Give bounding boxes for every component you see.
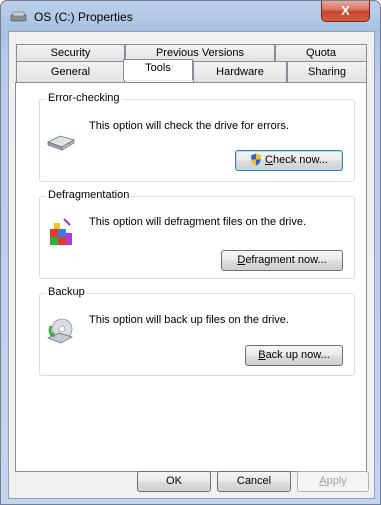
- button-label: OK: [166, 475, 182, 487]
- defragment-now-button[interactable]: Defragment now...: [221, 250, 343, 271]
- button-label: efragment now...: [245, 254, 327, 266]
- error-checking-group: Error-checking This option will check th…: [39, 92, 355, 182]
- shield-icon: [250, 153, 262, 173]
- backup-icon: [46, 316, 76, 349]
- button-label: pply: [326, 475, 347, 487]
- button-mnemonic: A: [319, 475, 327, 487]
- button-label: heck now...: [272, 154, 328, 166]
- back-up-now-button[interactable]: Back up now...: [245, 345, 343, 366]
- button-mnemonic: B: [258, 349, 266, 361]
- drive-icon: [46, 128, 76, 155]
- backup-description: This option will back up files on the dr…: [89, 314, 289, 326]
- group-title: Backup: [46, 286, 87, 298]
- apply-button[interactable]: Apply: [297, 471, 369, 492]
- group-title: Defragmentation: [46, 189, 132, 201]
- content-layer: Error-checking This option will check th…: [0, 0, 381, 505]
- cancel-button[interactable]: Cancel: [217, 471, 291, 492]
- defragment-icon: [48, 217, 76, 252]
- defragmentation-description: This option will defragment files on the…: [89, 216, 307, 228]
- backup-group: Backup This option will back up files on…: [39, 286, 355, 376]
- group-title: Error-checking: [46, 92, 122, 104]
- ok-button[interactable]: OK: [137, 471, 211, 492]
- defragmentation-group: Defragmentation This option will defragm…: [39, 189, 355, 279]
- button-label: Cancel: [236, 475, 272, 487]
- check-now-button[interactable]: Check now...: [235, 150, 343, 171]
- button-mnemonic: C: [265, 154, 273, 166]
- error-checking-description: This option will check the drive for err…: [89, 120, 289, 132]
- button-label: ack up now...: [265, 349, 330, 361]
